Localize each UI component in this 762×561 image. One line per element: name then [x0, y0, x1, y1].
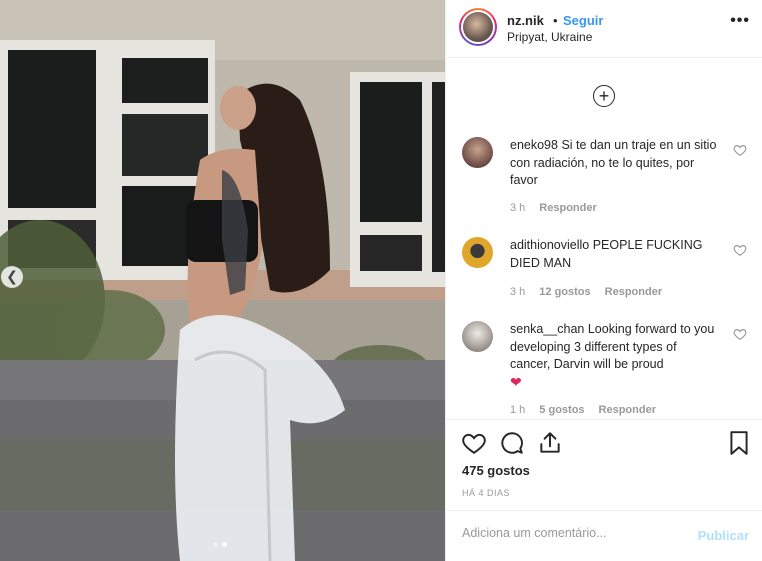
comment-meta: 1 h 5 gostos Responder — [510, 404, 656, 416]
comment-time[interactable]: 3 h — [510, 202, 525, 214]
comment-username[interactable]: adithionoviello — [510, 238, 589, 252]
comment-time[interactable]: 3 h — [510, 286, 525, 298]
carousel-dot — [213, 542, 218, 547]
post-likes-count[interactable]: 475 gostos — [462, 463, 530, 478]
like-heart-icon[interactable] — [461, 430, 487, 456]
post-actions-bar: 475 gostos HÁ 4 DIAS — [446, 419, 762, 509]
post-location[interactable]: Pripyat, Ukraine — [507, 30, 592, 44]
reply-button[interactable]: Responder — [539, 202, 596, 214]
comment-avatar[interactable] — [462, 137, 493, 168]
author-username[interactable]: nz.nik — [507, 13, 544, 28]
publish-button[interactable]: Publicar — [698, 528, 749, 543]
comment-username[interactable]: senka__chan — [510, 322, 584, 336]
header-separator: • — [553, 13, 558, 28]
post-side-panel: nz.nik • Seguir Pripyat, Ukraine ••• + e… — [445, 0, 762, 561]
comment-likes[interactable]: 5 gostos — [539, 404, 584, 416]
comment-avatar[interactable] — [462, 237, 493, 268]
previous-image-button[interactable]: ❮ — [1, 266, 23, 288]
comment-composer: Publicar — [446, 510, 762, 561]
save-bookmark-icon[interactable] — [728, 430, 750, 456]
like-comment-heart-icon[interactable] — [733, 243, 747, 257]
reply-button[interactable]: Responder — [599, 404, 656, 416]
like-comment-heart-icon[interactable] — [733, 327, 747, 341]
comment-item: adithionoviello PEOPLE FUCKING DIED MAN … — [462, 237, 747, 307]
comment-username[interactable]: eneko98 — [510, 138, 558, 152]
comment-body: senka__chan Looking forward to you devel… — [510, 321, 720, 392]
comment-avatar[interactable] — [462, 321, 493, 352]
reply-button[interactable]: Responder — [605, 286, 662, 298]
carousel-dot-active — [222, 542, 227, 547]
like-comment-heart-icon[interactable] — [733, 143, 747, 157]
comment-body: eneko98 Si te dan un traje en un sitio c… — [510, 137, 720, 190]
post-header: nz.nik • Seguir Pripyat, Ukraine ••• — [446, 0, 762, 58]
author-avatar[interactable] — [459, 8, 497, 46]
follow-button[interactable]: Seguir — [563, 13, 603, 28]
more-options-icon[interactable]: ••• — [730, 12, 750, 30]
post-timestamp[interactable]: HÁ 4 DIAS — [462, 488, 510, 498]
comment-input[interactable] — [462, 526, 682, 540]
post-photo[interactable]: ❮ — [0, 0, 445, 561]
comment-item: eneko98 Si te dan un traje en un sitio c… — [462, 137, 747, 217]
load-more-comments-button[interactable]: + — [593, 85, 615, 107]
comment-bubble-icon[interactable] — [499, 430, 525, 456]
carousel-indicator — [213, 542, 227, 547]
comment-item: senka__chan Looking forward to you devel… — [462, 321, 747, 416]
comment-time[interactable]: 1 h — [510, 404, 525, 416]
photo-illustration — [0, 0, 445, 561]
red-heart-emoji: ❤ — [510, 373, 522, 390]
comment-meta: 3 h 12 gostos Responder — [510, 286, 662, 298]
share-upload-icon[interactable] — [537, 430, 563, 456]
comment-body: adithionoviello PEOPLE FUCKING DIED MAN — [510, 237, 720, 272]
comment-meta: 3 h Responder — [510, 202, 597, 214]
comment-likes[interactable]: 12 gostos — [539, 286, 590, 298]
